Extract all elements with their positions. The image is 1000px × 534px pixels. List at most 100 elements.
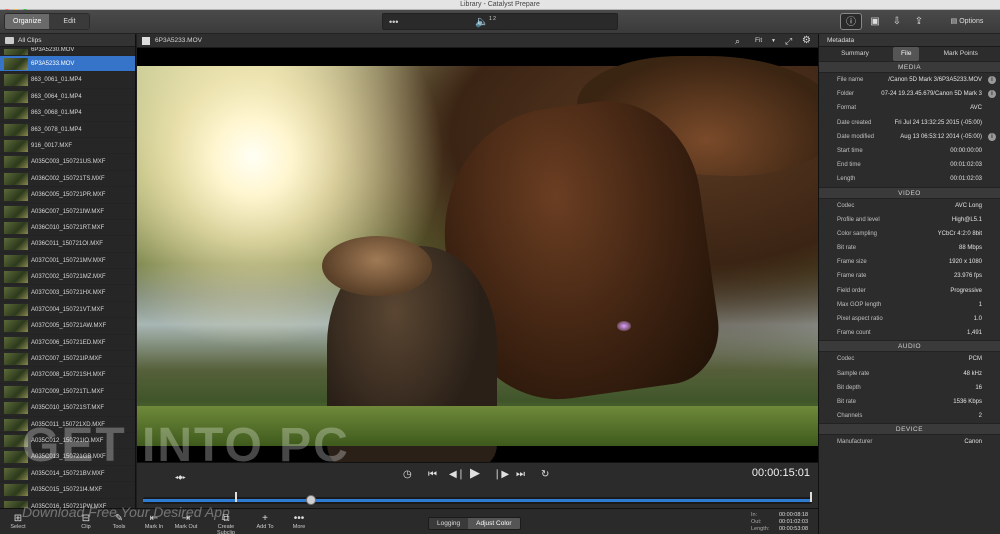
add-to-button[interactable]: + Add To (247, 513, 283, 530)
clip-list-item[interactable]: A036C002_150721TS.MXF (0, 171, 135, 188)
metadata-key: Profile and level (837, 216, 880, 223)
clip-list-item[interactable]: A036C007_150721IW.MXF (0, 204, 135, 220)
metadata-value: 23.976 fps (953, 273, 982, 280)
speaker-icon[interactable]: 🔈 (475, 14, 489, 31)
clip-list-item[interactable]: 863_0078_01.MP4 (0, 122, 135, 138)
clip-list-item[interactable]: 863_0064_01.MP4 (0, 89, 135, 106)
metadata-row: Frame size 1920 x 1080 (819, 255, 1000, 269)
viewer-clip-name: 6P3A5233.MOV (155, 37, 202, 44)
jog-icon[interactable]: ◂◆▸ (175, 471, 186, 485)
clip-list-item[interactable]: A037C009_150721TL.MXF (0, 384, 135, 401)
section-header-device[interactable]: DEVICE (819, 423, 1000, 436)
zoom-select[interactable]: Fit (755, 34, 762, 48)
all-clips-header[interactable]: All Clips (0, 34, 135, 47)
section-header-audio[interactable]: AUDIO (819, 340, 1000, 353)
step-forward-icon[interactable]: ❘▶ (493, 468, 509, 482)
clip-list-item[interactable]: 6P3A5230.MOV (0, 47, 135, 56)
clip-thumbnail (4, 320, 28, 333)
metadata-value: AVC Long (955, 202, 982, 209)
clip-thumbnail (4, 58, 28, 70)
clip-name: A036C010_150721RT.MXF (31, 224, 105, 231)
window-title: Library - Catalyst Prepare (460, 1, 540, 8)
logging-mode-button[interactable]: Logging (429, 518, 469, 529)
audio-channels[interactable]: 1 2 (489, 16, 496, 22)
info-icon[interactable]: i (988, 76, 996, 84)
length-value: 00:00:53:08 (779, 526, 809, 532)
clip-list-item[interactable]: A035C015_150721I4.MXF (0, 482, 135, 499)
metadata-row: Channels 2 (819, 409, 1000, 423)
clip-list-item[interactable]: 6P3A5233.MOV (0, 56, 135, 73)
clip-thumbnail (4, 205, 28, 218)
clip-list-item[interactable]: 916_0017.MXF (0, 138, 135, 155)
fullscreen-icon[interactable]: ⤢ (785, 34, 792, 48)
toolbar-transport: ••• 🔈 1 2 (382, 13, 618, 30)
clip-list-item[interactable]: A035C010_150721ST.MXF (0, 400, 135, 417)
clip-list-item[interactable]: A036C011_150721OI.MXF (0, 236, 135, 253)
more-button[interactable]: ••• More (281, 513, 317, 530)
loop-icon[interactable]: ↻ (541, 468, 549, 482)
download-icon[interactable]: ⇩ (886, 13, 908, 30)
edit-mode-button[interactable]: Edit (49, 14, 90, 29)
clip-thumbnail (4, 402, 28, 415)
zoom-search-icon[interactable]: ⌕ (735, 34, 740, 48)
gear-icon[interactable]: ⚙ (802, 34, 811, 48)
clip-thumbnail (4, 287, 28, 300)
info-icon[interactable]: ⓘ (840, 13, 862, 30)
metadata-row: Max GOP length 1 (819, 298, 1000, 312)
clip-thumbnail (4, 123, 28, 136)
metadata-row: File name/Canon 5D Mark 3/6P3A5233.MOV i (819, 73, 1000, 87)
play-icon[interactable]: ▶ (470, 466, 480, 480)
clip-list-item[interactable]: A036C010_150721RT.MXF (0, 220, 135, 237)
clip-list-item[interactable]: A037C002_150721MZ.MXF (0, 269, 135, 286)
metadata-panel: Metadata Summary File Mark Points MEDIA Fil… (818, 34, 1000, 534)
out-point-marker[interactable] (810, 492, 812, 502)
clip-list-item[interactable]: A036C005_150721PR.MXF (0, 187, 135, 204)
tab-mark-points[interactable]: Mark Points (936, 47, 986, 61)
step-back-icon[interactable]: ◀❘ (449, 468, 465, 482)
clip-thumbnail (4, 353, 28, 366)
clip-name: 916_0017.MXF (31, 142, 73, 149)
timer-icon[interactable]: ◷ (403, 468, 412, 482)
share-icon[interactable]: ⇪ (908, 13, 930, 30)
info-icon[interactable]: i (988, 132, 996, 141)
clip-list-item[interactable]: 863_0068_01.MP4 (0, 105, 135, 122)
options-button[interactable]: ▤ Options (940, 13, 994, 30)
clip-thumbnail (4, 74, 28, 87)
clip-name: A036C011_150721OI.MXF (31, 241, 103, 248)
tool-label: Mark In (144, 524, 164, 530)
clip-thumbnail (4, 107, 28, 120)
section-header-video[interactable]: VIDEO (819, 186, 1000, 199)
main-toolbar: Organize Edit ••• 🔈 1 2 ⓘ ▣ ⇩ ⇪ ▤ Option… (0, 10, 1000, 34)
go-to-end-icon[interactable]: ⏭ (516, 468, 525, 482)
more-dots-icon[interactable]: ••• (389, 14, 398, 31)
organize-mode-button[interactable]: Organize (5, 14, 50, 29)
go-to-start-icon[interactable]: ⏮ (428, 468, 437, 482)
metadata-row: Profile and level High@L5.1 (819, 213, 1000, 227)
watermark-text: GET INTO PC (22, 419, 350, 472)
scrubber[interactable] (143, 492, 812, 505)
tab-file[interactable]: File (893, 47, 920, 61)
clip-list-item[interactable]: A037C008_150721SH.MXF (0, 367, 135, 384)
stack-icon[interactable]: ▣ (864, 13, 886, 30)
clip-list-item[interactable]: A037C001_150721MV.MXF (0, 253, 135, 270)
clip-list-item[interactable]: A037C004_150721VT.MXF (0, 302, 135, 319)
clip-list-item[interactable]: 863_0061_01.MP4 (0, 72, 135, 89)
tab-summary[interactable]: Summary (833, 47, 877, 61)
clip-list-item[interactable]: A035C003_150721US.MXF (0, 154, 135, 171)
clip-name: A037C005_150721AW.MXF (31, 323, 107, 330)
clip-thumbnail (4, 139, 28, 152)
section-header-media[interactable]: MEDIA (819, 61, 1000, 73)
metadata-key: Channels (837, 413, 863, 420)
adjust-color-mode-button[interactable]: Adjust Color (468, 518, 520, 529)
video-viewer[interactable] (137, 48, 818, 462)
clip-list-item[interactable]: A037C007_150721IP.MXF (0, 351, 135, 368)
metadata-tabs: Summary File Mark Points (819, 47, 1000, 61)
clip-list-item[interactable]: A037C003_150721HX.MXF (0, 285, 135, 302)
clip-list-item[interactable]: A037C005_150721AW.MXF (0, 318, 135, 335)
in-point-marker[interactable] (235, 492, 237, 502)
info-icon[interactable]: i (988, 90, 996, 99)
clip-list-item[interactable]: A037C006_150721ED.MXF (0, 335, 135, 352)
metadata-key: Start time (837, 147, 863, 154)
clip-thumbnail (4, 156, 28, 169)
playhead-handle[interactable] (306, 495, 316, 505)
